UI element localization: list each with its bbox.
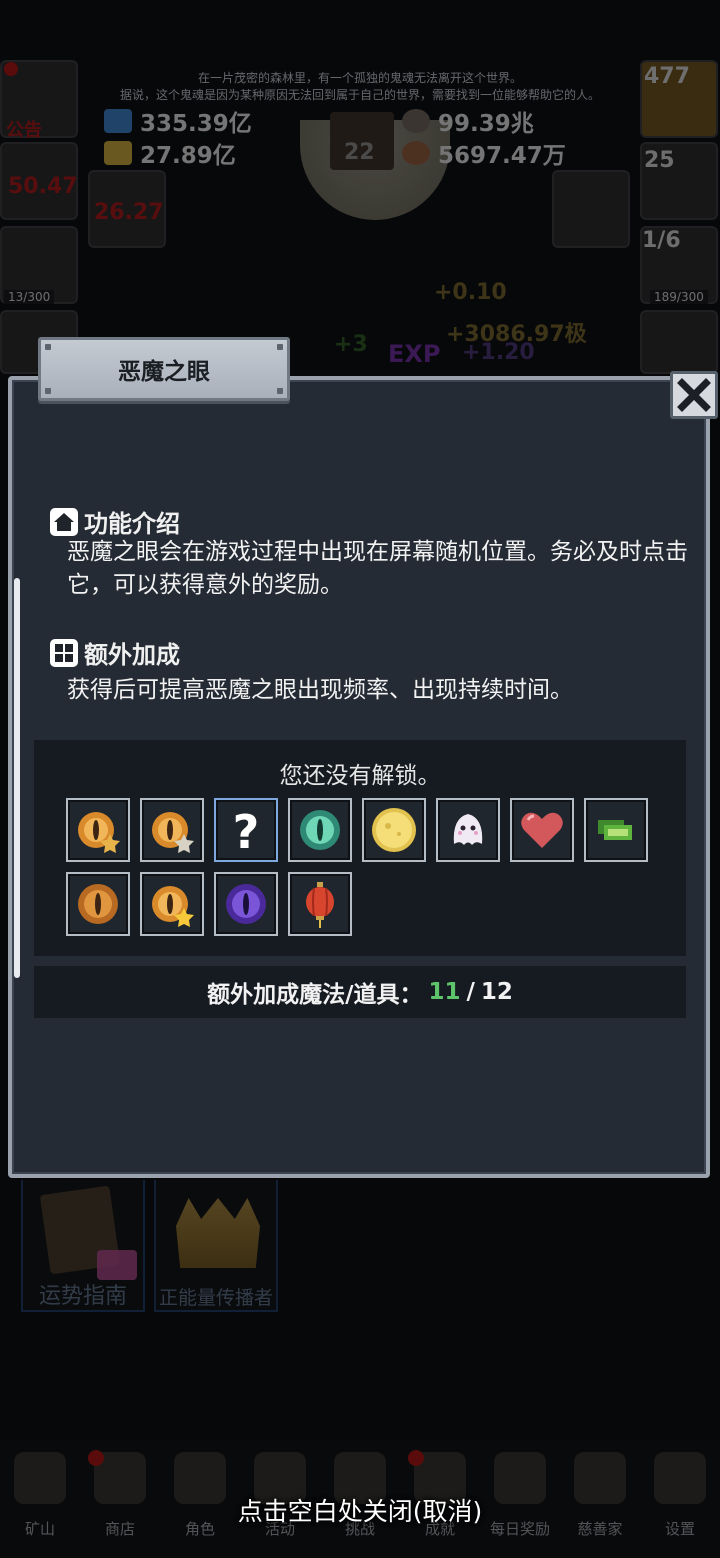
intro-heading-text: 功能介绍 xyxy=(84,510,180,538)
green-eye-icon xyxy=(300,810,340,850)
grid-icon xyxy=(50,638,78,667)
bonus-items-panel: 您还没有解锁。 ? xyxy=(34,740,686,956)
bolt-icon xyxy=(45,388,51,394)
golden-eye-gold-star-icon xyxy=(152,886,194,927)
cash-icon xyxy=(598,820,632,840)
bonus-text: 获得后可提高恶魔之眼出现频率、出现持续时间。 xyxy=(67,677,573,703)
close-icon xyxy=(677,378,711,412)
bonus-heading-text: 额外加成 xyxy=(84,641,180,669)
item-slot[interactable] xyxy=(584,798,648,862)
brown-eye-icon xyxy=(78,884,118,924)
purple-eye-icon xyxy=(226,884,266,924)
bonus-count-label: 额外加成魔法/道具： xyxy=(207,982,423,1008)
item-slot[interactable]: ? xyxy=(214,798,278,862)
intro-heading: 功能介绍 xyxy=(50,504,180,539)
bonus-heading: 额外加成 xyxy=(50,635,180,670)
red-lantern-icon xyxy=(306,882,334,928)
intro-text: 恶魔之眼会在游戏过程中出现在屏幕随机位置。务必及时点击它，可以获得意外的奖励。 xyxy=(67,539,688,598)
bonus-count-separator: / xyxy=(466,979,475,1005)
bolt-icon xyxy=(277,388,283,394)
bolt-icon xyxy=(45,344,51,350)
item-slot[interactable] xyxy=(362,798,426,862)
question-mark-icon: ? xyxy=(233,805,260,856)
item-slot[interactable] xyxy=(140,798,204,862)
bonus-count-have: 11 xyxy=(428,979,461,1005)
bonus-count-total: 12 xyxy=(480,979,513,1005)
golden-eye-star-icon xyxy=(78,812,120,853)
close-hint[interactable]: 点击空白处关闭(取消) xyxy=(0,1492,720,1528)
bonus-count-bar: 额外加成魔法/道具： 11 / 12 xyxy=(34,966,686,1018)
home-icon xyxy=(50,507,78,536)
bolt-icon xyxy=(277,344,283,350)
item-slot[interactable] xyxy=(288,798,352,862)
gold-coin-icon xyxy=(372,808,416,852)
close-button[interactable] xyxy=(670,371,718,419)
item-slot[interactable] xyxy=(140,872,204,936)
dialog-scrollbar[interactable] xyxy=(14,578,20,978)
item-slot[interactable] xyxy=(288,872,352,936)
item-slot[interactable] xyxy=(66,872,130,936)
ghost-icon xyxy=(453,814,483,845)
item-slot[interactable] xyxy=(66,798,130,862)
locked-message: 您还没有解锁。 xyxy=(279,763,441,789)
item-slot[interactable] xyxy=(214,872,278,936)
svg-text:?: ? xyxy=(233,805,260,856)
item-slot[interactable] xyxy=(510,798,574,862)
dialog-title-plate: 恶魔之眼 xyxy=(38,337,290,401)
golden-eye-silver-star-icon xyxy=(152,812,194,853)
item-slot[interactable] xyxy=(436,798,500,862)
dialog-title: 恶魔之眼 xyxy=(118,359,210,385)
heart-icon xyxy=(521,812,563,848)
